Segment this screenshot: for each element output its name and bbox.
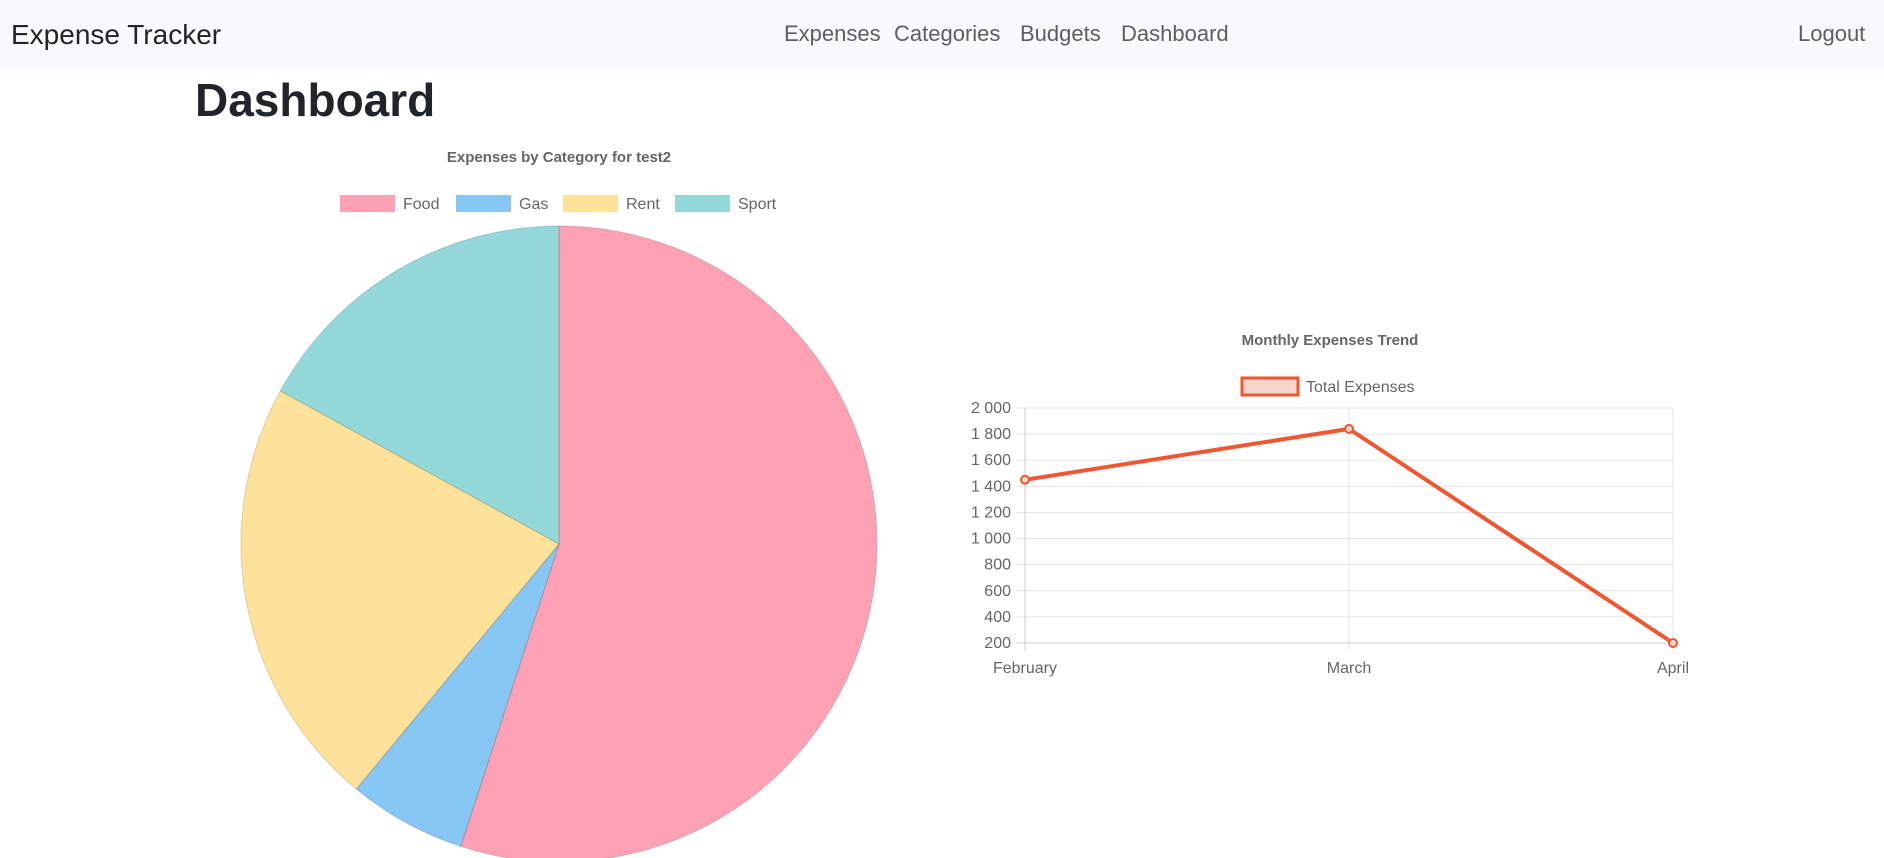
pie-legend-swatch-rent[interactable] bbox=[563, 195, 618, 212]
pie-legend-label-sport[interactable]: Sport bbox=[738, 196, 777, 213]
pie-legend-label-rent[interactable]: Rent bbox=[626, 196, 660, 213]
line-x-tick-label-february: February bbox=[993, 660, 1057, 677]
line-y-ticks: 2 000 1 800 1 600 1 400 1 200 1 000 800 600 400 2… bbox=[971, 400, 1011, 652]
line-point-march[interactable] bbox=[1344, 423, 1354, 434]
line-y-tick-label: 1 600 bbox=[971, 452, 1011, 469]
pie-chart: Expenses by Category for test2 Food Gas Re… bbox=[240, 149, 878, 858]
pie-slices bbox=[240, 225, 878, 858]
line-y-tick-label: 1 000 bbox=[971, 531, 1011, 548]
line-legend: Total Expenses bbox=[1240, 376, 1415, 397]
line-y-tick-label: 2 000 bbox=[971, 400, 1011, 417]
line-chart-title: Monthly Expenses Trend bbox=[1242, 332, 1419, 349]
line-y-tick-label: 1 800 bbox=[971, 426, 1011, 443]
line-y-tick-label: 200 bbox=[984, 635, 1011, 652]
line-legend-label[interactable]: Total Expenses bbox=[1306, 379, 1415, 396]
dashboard-charts: Expenses by Category for test2 Food Gas Re… bbox=[240, 149, 1689, 858]
line-x-ticks: February March April bbox=[993, 660, 1689, 677]
line-y-tick-label: 600 bbox=[984, 583, 1011, 600]
pie-legend-swatch-gas[interactable] bbox=[456, 195, 511, 212]
line-x-tick-label-april: April bbox=[1657, 660, 1689, 677]
pie-chart-title: Expenses by Category for test2 bbox=[447, 149, 671, 166]
line-point-february[interactable] bbox=[1020, 474, 1030, 485]
line-y-tick-label: 1 400 bbox=[971, 478, 1011, 495]
pie-legend: Food Gas Rent Sport bbox=[340, 195, 777, 213]
pie-legend-label-food[interactable]: Food bbox=[403, 196, 439, 213]
line-chart: Monthly Expenses Trend Total Expenses 2 … bbox=[971, 332, 1689, 677]
pie-legend-swatch-sport[interactable] bbox=[675, 195, 730, 212]
line-y-tick-label: 400 bbox=[984, 609, 1011, 626]
pie-legend-swatch-food[interactable] bbox=[340, 195, 395, 212]
line-grid bbox=[1017, 407, 1674, 651]
line-point-april[interactable] bbox=[1668, 638, 1678, 648]
line-y-tick-label: 1 200 bbox=[971, 504, 1011, 521]
line-legend-swatch[interactable] bbox=[1240, 376, 1300, 397]
line-y-tick-label: 800 bbox=[984, 557, 1011, 574]
line-x-tick-label-march: March bbox=[1327, 660, 1371, 677]
pie-legend-label-gas[interactable]: Gas bbox=[519, 196, 548, 213]
